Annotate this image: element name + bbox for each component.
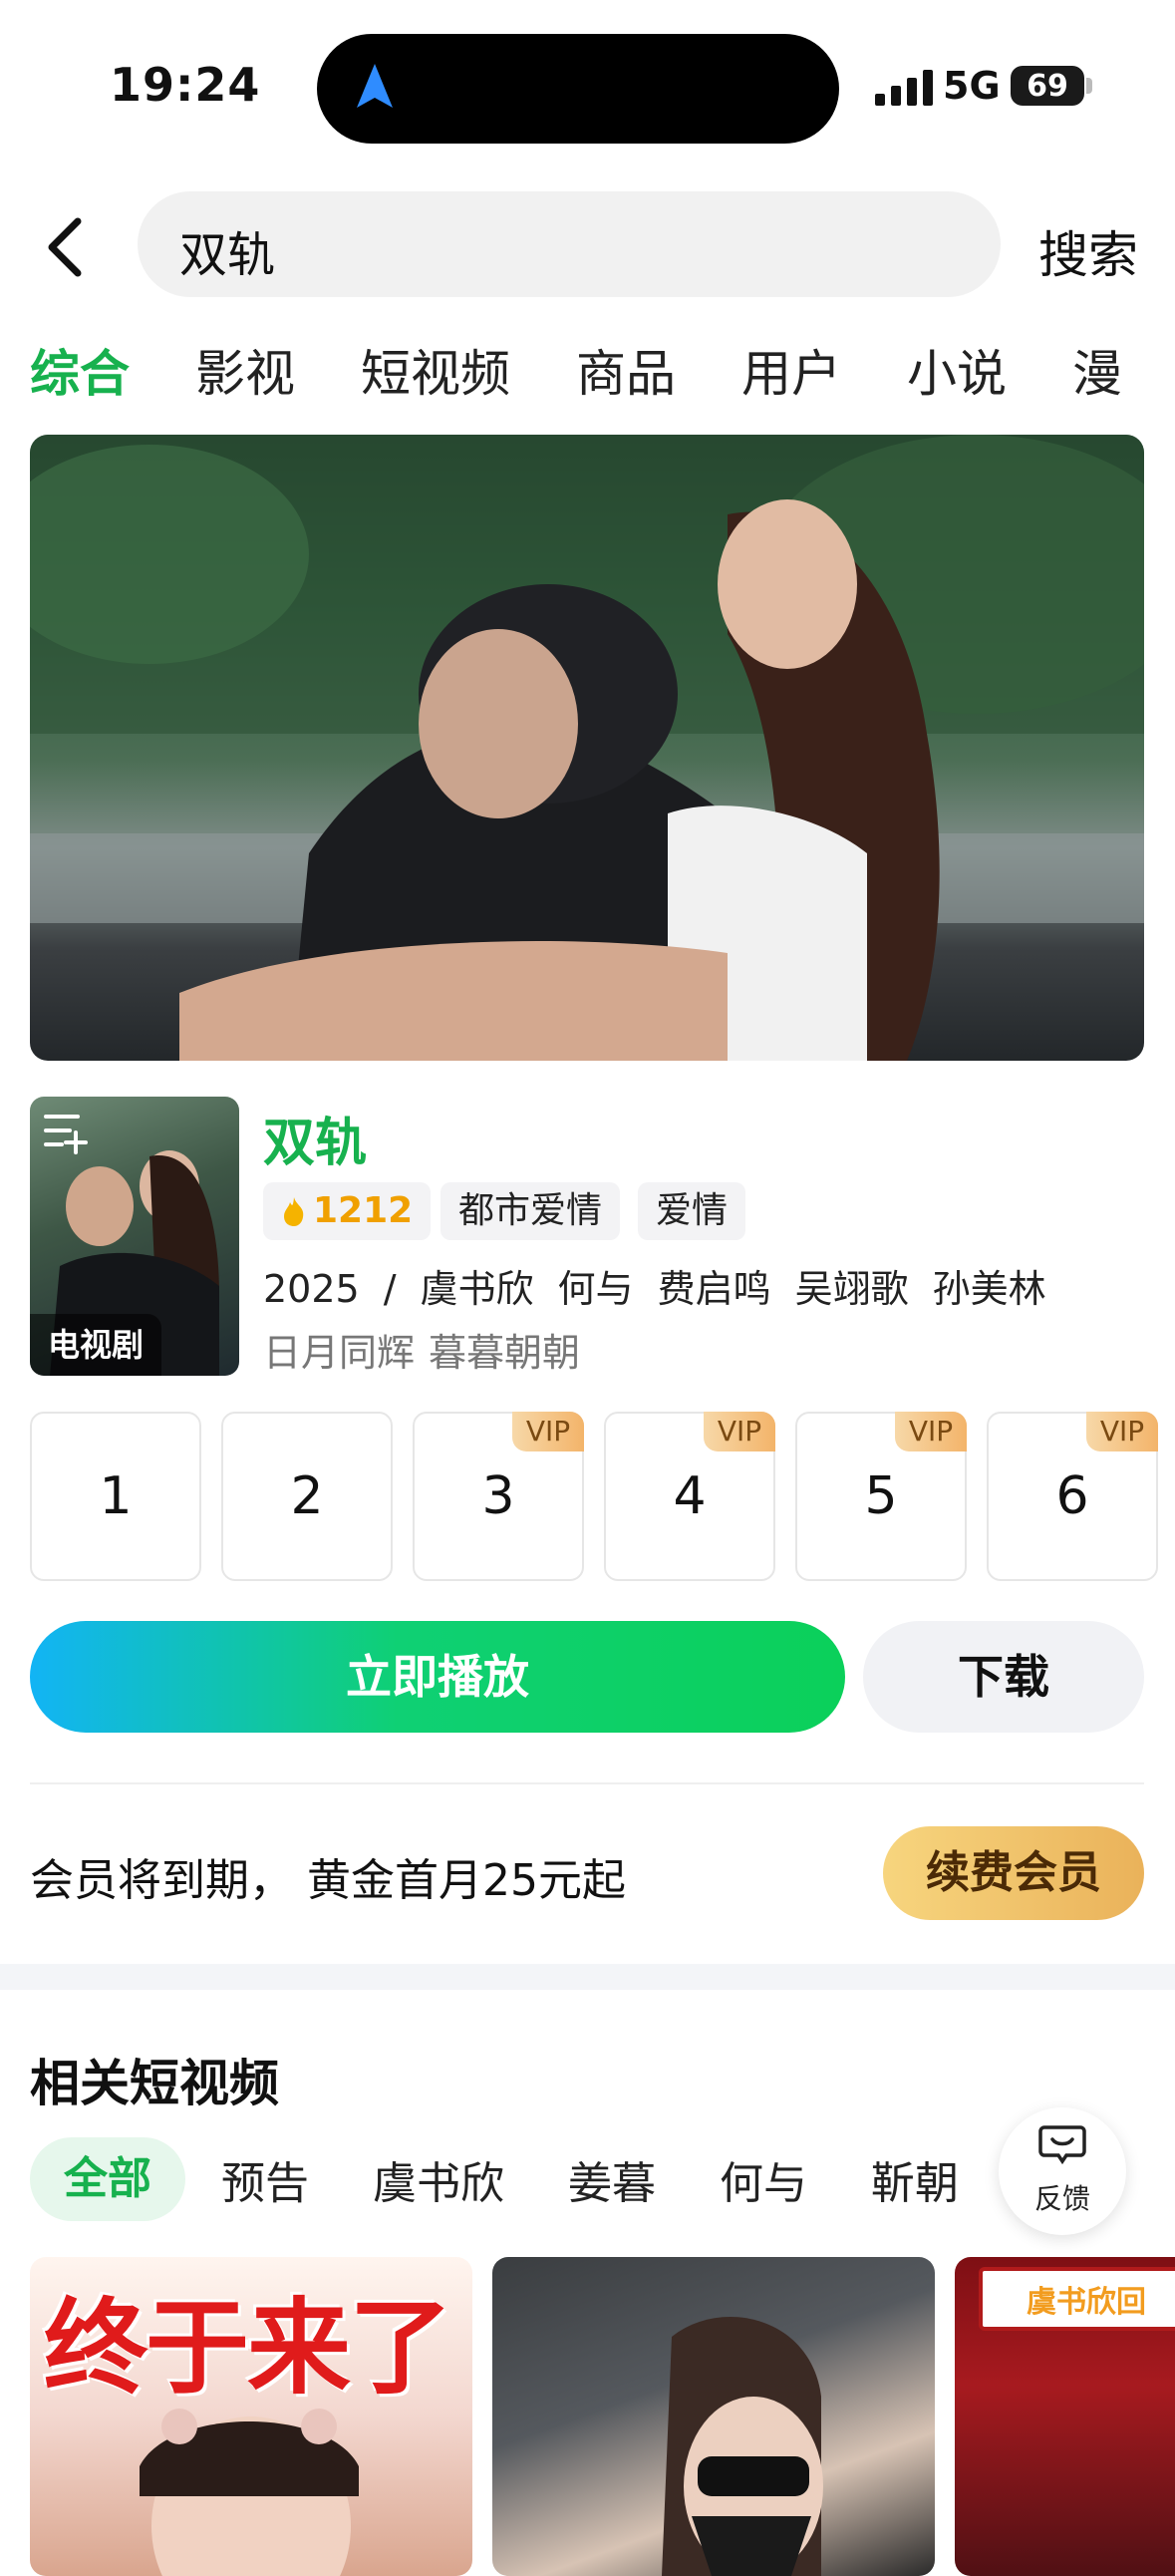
- renew-membership-button[interactable]: 续费会员: [883, 1826, 1144, 1920]
- filter-tab-trailer[interactable]: 预告: [221, 2147, 309, 2211]
- category-tabs: 综合 影视 短视频 商品 用户 小说 漫: [30, 339, 1175, 409]
- hero-illustration: [30, 435, 1144, 1061]
- tab-film-tv[interactable]: 影视: [195, 339, 295, 409]
- episode-number: 6: [1055, 1466, 1089, 1526]
- show-aliases: 日月同辉 暮暮朝朝: [263, 1322, 594, 1377]
- genre-chip[interactable]: 爱情: [638, 1182, 746, 1240]
- heat-chip: 1212: [263, 1182, 432, 1240]
- vip-badge: VIP: [1086, 1412, 1158, 1451]
- feedback-icon: [1038, 2125, 1086, 2165]
- tab-novels[interactable]: 小说: [907, 339, 1007, 409]
- navigation-arrow-icon: [357, 64, 393, 108]
- video-thumbnail[interactable]: [492, 2257, 935, 2576]
- related-videos-title: 相关短视频: [30, 2055, 279, 2112]
- back-arrow-icon[interactable]: [32, 207, 104, 287]
- tab-short-video[interactable]: 短视频: [361, 339, 510, 409]
- thumbnail-illustration: [662, 2317, 823, 2576]
- filter-tab-person[interactable]: 何与: [720, 2147, 807, 2211]
- feedback-button[interactable]: 反馈: [999, 2107, 1126, 2235]
- alias: 暮暮朝朝: [429, 1331, 581, 1375]
- tab-comics[interactable]: 漫: [1072, 339, 1122, 409]
- add-to-list-icon[interactable]: [44, 1111, 92, 1154]
- episode-button-2[interactable]: 2: [221, 1412, 393, 1581]
- signal-icon: [875, 66, 933, 106]
- cast-member[interactable]: 费启鸣: [658, 1267, 771, 1311]
- battery-icon: 69: [1011, 66, 1084, 106]
- cast-member[interactable]: 何与: [558, 1267, 634, 1311]
- episode-number: 5: [864, 1466, 898, 1526]
- thumbnail-illustration: [140, 2409, 359, 2576]
- meta-separator: /: [383, 1267, 397, 1311]
- alias: 日月同辉: [263, 1331, 416, 1375]
- hero-banner-image[interactable]: [30, 435, 1144, 1061]
- tab-comprehensive[interactable]: 综合: [30, 339, 130, 409]
- cast-member[interactable]: 虞书欣: [421, 1267, 534, 1311]
- vip-badge: VIP: [895, 1412, 967, 1451]
- search-button[interactable]: 搜索: [1038, 215, 1138, 287]
- show-meta: 2025 / 虞书欣 何与 费启鸣 吴翊歌 孙美林: [263, 1258, 1070, 1313]
- episode-button-5[interactable]: 5 VIP: [795, 1412, 967, 1581]
- vip-badge: VIP: [512, 1412, 584, 1451]
- filter-tab-person[interactable]: 姜暮: [568, 2147, 656, 2211]
- episode-number: 2: [290, 1466, 324, 1526]
- status-time: 19:24: [110, 58, 261, 112]
- feedback-label: 反馈: [1033, 2182, 1090, 2215]
- heat-value: 1212: [313, 1190, 414, 1231]
- download-button[interactable]: 下载: [863, 1621, 1144, 1733]
- video-thumbnail[interactable]: 虞书欣回: [955, 2257, 1175, 2576]
- battery-cap: [1086, 78, 1092, 94]
- tab-users[interactable]: 用户: [741, 339, 841, 409]
- network-type: 5G: [943, 64, 1001, 108]
- membership-notice: 会员将到期， 黄金首月25元起: [30, 1855, 626, 1906]
- episode-number: 3: [481, 1466, 515, 1526]
- episode-number: 1: [99, 1466, 133, 1526]
- thumbnail-tag: 虞书欣回: [979, 2267, 1175, 2331]
- episode-number: 4: [673, 1466, 707, 1526]
- section-separator: [0, 1964, 1175, 1990]
- flame-icon: [284, 1197, 304, 1226]
- divider: [30, 1782, 1144, 1784]
- filter-tab-all[interactable]: 全部: [30, 2137, 185, 2221]
- search-query[interactable]: 双轨: [179, 215, 275, 285]
- filter-tab-person[interactable]: 虞书欣: [373, 2147, 504, 2211]
- tab-products[interactable]: 商品: [576, 339, 676, 409]
- tv-series-badge: 电视剧: [30, 1314, 161, 1376]
- show-title[interactable]: 双轨: [263, 1101, 367, 1175]
- episode-button-1[interactable]: 1: [30, 1412, 201, 1581]
- dynamic-island: [317, 34, 839, 144]
- related-filter-tabs: 全部 预告 虞书欣 姜暮 何与 靳朝 档: [30, 2137, 1130, 2221]
- episode-button-4[interactable]: 4 VIP: [604, 1412, 775, 1581]
- video-thumbnail[interactable]: 终于来了: [30, 2257, 472, 2576]
- episode-button-6[interactable]: 6 VIP: [987, 1412, 1158, 1581]
- vip-badge: VIP: [704, 1412, 775, 1451]
- play-now-button[interactable]: 立即播放: [30, 1621, 845, 1733]
- episode-button-3[interactable]: 3 VIP: [413, 1412, 584, 1581]
- cast-member[interactable]: 孙美林: [933, 1267, 1046, 1311]
- show-year: 2025: [263, 1267, 360, 1311]
- genre-chip[interactable]: 都市爱情: [441, 1182, 621, 1240]
- filter-tab-person[interactable]: 靳朝: [871, 2147, 959, 2211]
- cast-member[interactable]: 吴翊歌: [795, 1267, 909, 1311]
